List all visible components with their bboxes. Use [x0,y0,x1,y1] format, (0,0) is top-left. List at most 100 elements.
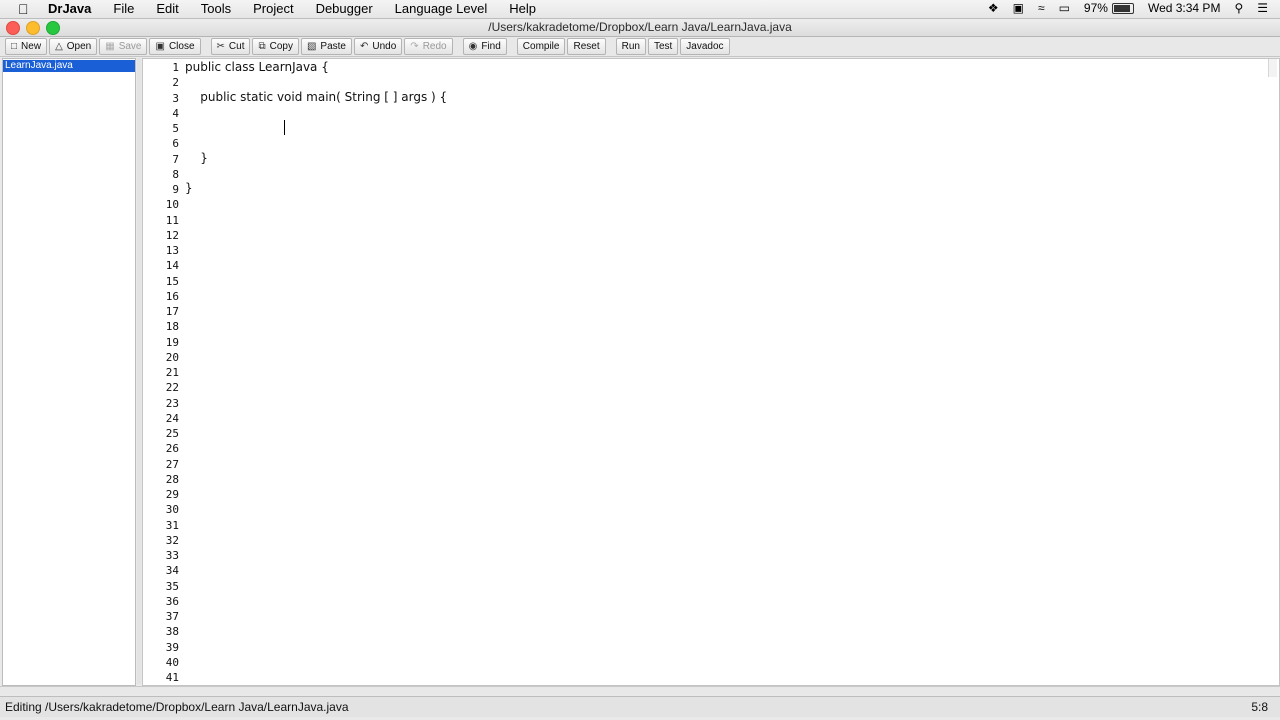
clock[interactable]: Wed 3:34 PM [1148,1,1220,15]
line-number: 20 [165,350,179,364]
line-number: 31 [165,518,179,532]
dropbox-icon[interactable]: ❖ [988,1,999,15]
line-number: 30 [165,503,179,517]
line-number: 33 [165,549,179,562]
battery-icon[interactable] [1111,2,1134,14]
line-number: 9 [172,183,179,196]
window-title: /Users/kakradetome/Dropbox/Learn Java/Le… [488,20,792,34]
status-bar: Editing /Users/kakradetome/Dropbox/Learn… [0,696,1280,717]
line-number: 5 [172,122,179,135]
code-area[interactable]: public class LearnJava { public static v… [185,59,1279,685]
menu-project[interactable]: Project [253,1,293,16]
reset-button[interactable]: Reset [567,38,606,55]
line-number: 29 [165,488,179,501]
menu-app-name[interactable]: DrJava [48,1,91,16]
line-number: 22 [165,381,179,395]
scissors-icon: ✂ [216,41,225,52]
run-button[interactable]: Run [615,38,646,55]
copy-button[interactable]: ⧉ Copy [252,38,299,55]
line-number: 34 [165,564,179,578]
line-number: 4 [172,106,179,120]
save-button[interactable]: ▦ Save [99,38,148,55]
close-file-icon: ▣ [155,41,165,52]
horizontal-splitter[interactable] [0,686,1280,695]
save-icon: ▦ [105,41,115,52]
redo-button[interactable]: ↷ Redo [404,38,453,55]
code-editor[interactable]: 1 2 3 4 5 6 7 8 9 10 11 12 13 14 15 16 17 18 19 20 21 22 23 24 2… [142,58,1280,686]
toolbar: □ New △ Open ▦ Save ▣ Close ✂ Cut ⧉ Copy ▧ Past… [0,37,1280,57]
vertical-splitter[interactable] [137,58,141,684]
line-number: 2 [172,76,179,90]
run-label: Run [621,41,640,52]
test-button[interactable]: Test [647,38,679,55]
line-number: 18 [165,320,179,334]
menu-list: DrJava File Edit Tools Project Debugger … [48,1,558,16]
compile-button[interactable]: Compile [516,38,566,55]
reset-label: Reset [573,41,600,52]
cut-button[interactable]: ✂ Cut [210,38,251,55]
open-label: Open [66,41,92,52]
battery-percent[interactable]: 97% [1084,1,1108,15]
line-number: 7 [172,152,179,166]
line-number: 14 [165,259,179,273]
find-label: Find [481,41,501,52]
line-number: 3 [172,91,179,105]
menu-file[interactable]: File [113,1,134,16]
line-number: 28 [165,472,179,486]
menu-language-level[interactable]: Language Level [395,1,488,16]
wifi-icon[interactable]: ≈ [1038,1,1045,15]
code-line[interactable]: public class LearnJava { [185,60,329,74]
line-number: 40 [165,655,179,669]
menu-tools[interactable]: Tools [201,1,231,16]
clipboard-icon: ▧ [306,41,317,52]
airplay-icon[interactable]: ▭ [1059,1,1070,15]
copy-icon: ⧉ [258,41,266,52]
line-number: 11 [165,213,179,227]
line-number: 10 [165,198,179,212]
code-line[interactable]: } [185,181,193,195]
line-number: 25 [165,427,179,440]
new-label: New [21,41,42,52]
javadoc-button[interactable]: Javadoc [680,38,730,55]
line-number: 6 [172,137,179,151]
facetime-icon[interactable]: ▣ [1013,1,1024,15]
apple-icon[interactable]:  [18,1,29,17]
open-button[interactable]: △ Open [49,38,98,55]
line-number: 12 [165,228,179,242]
line-number-gutter: 1 2 3 4 5 6 7 8 9 10 11 12 13 14 15 16 17 18 19 20 21 22 23 24 2… [143,59,181,685]
close-button[interactable]: ▣ Close [149,38,201,55]
menu-debugger[interactable]: Debugger [316,1,373,16]
menu-bar:  DrJava File Edit Tools Project Debugge… [0,0,1280,19]
document-list-item[interactable]: LearnJava.java [3,60,135,72]
menu-help[interactable]: Help [509,1,536,16]
notification-center-icon[interactable]: ☰ [1257,1,1268,15]
save-label: Save [118,41,142,52]
status-text: Editing /Users/kakradetome/Dropbox/Learn… [5,700,349,714]
open-folder-icon: △ [55,41,63,52]
line-number: 13 [165,244,179,257]
new-file-icon: □ [11,41,18,52]
window-title-bar: /Users/kakradetome/Dropbox/Learn Java/Le… [0,19,1280,37]
paste-button[interactable]: ▧ Paste [300,38,352,55]
document-list: LearnJava.java [2,58,136,686]
line-number: 1 [172,61,179,74]
line-number: 16 [165,289,179,303]
menu-edit[interactable]: Edit [156,1,178,16]
line-number: 27 [165,457,179,471]
line-number: 37 [165,610,179,623]
code-line[interactable]: public static void main( String [ ] args… [185,90,447,104]
scrollbar[interactable] [1268,59,1277,77]
redo-icon: ↷ [410,41,419,52]
find-button[interactable]: ◉ Find [462,38,507,55]
undo-button[interactable]: ↶ Undo [354,38,403,55]
paste-label: Paste [320,41,346,52]
cursor-position: 5:8 [1251,700,1268,714]
spotlight-icon[interactable]: ⚲ [1234,1,1243,15]
line-number: 38 [165,625,179,639]
line-number: 39 [165,640,179,654]
javadoc-label: Javadoc [686,41,724,52]
line-number: 35 [165,579,179,593]
new-button[interactable]: □ New [5,38,48,55]
code-line[interactable]: } [185,151,208,165]
text-caret [284,120,285,135]
